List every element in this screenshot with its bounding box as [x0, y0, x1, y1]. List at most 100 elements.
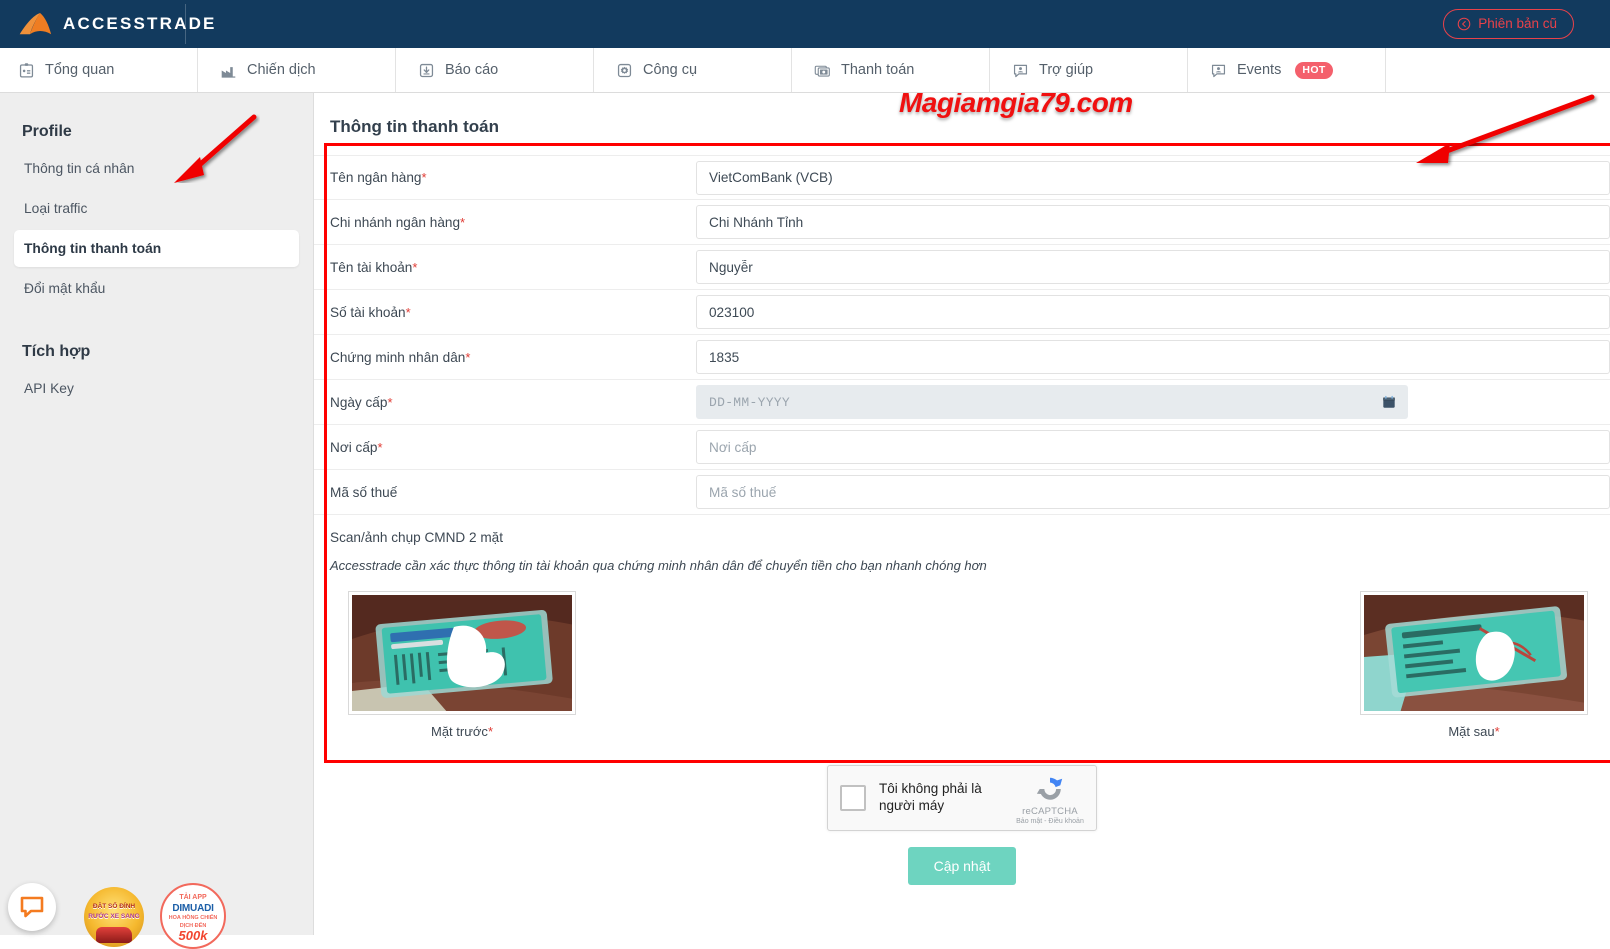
- field-row-chung-minh-nhan-dan: Chứng minh nhân dân*: [314, 335, 1610, 380]
- required-marker: *: [487, 724, 493, 739]
- id-card-back-frame[interactable]: [1360, 591, 1588, 715]
- field-label-text: Tên ngân hàng: [330, 170, 422, 185]
- field-label-text: Mã số thuế: [330, 484, 398, 500]
- account-number-input[interactable]: [696, 295, 1610, 329]
- sidebar-item-thong-tin-thanh-toan[interactable]: Thông tin thanh toán: [14, 230, 299, 267]
- payment-form: Tên ngân hàng* Chi nhánh ngân hàng* Tên …: [314, 155, 1610, 739]
- field-label-text: Chứng minh nhân dân: [330, 349, 466, 365]
- sidebar-group-profile-title: Profile: [22, 123, 72, 140]
- nav-tab-label: Thanh toán: [841, 62, 915, 78]
- promo2-line4: 500k: [178, 928, 208, 943]
- field-label-text: Chi nhánh ngân hàng: [330, 214, 461, 230]
- required-marker: *: [387, 394, 393, 410]
- nav-tab-events[interactable]: Events HOT: [1188, 48, 1386, 92]
- old-version-button[interactable]: Phiên bản cũ: [1443, 9, 1574, 39]
- recaptcha-branding: reCAPTCHA Bảo mật - Điều khoản: [1014, 774, 1086, 825]
- required-marker: *: [421, 170, 427, 185]
- field-label: Tên ngân hàng*: [330, 170, 696, 185]
- sidebar-group-tich-hop-title: Tích hợp: [22, 343, 91, 360]
- factory-icon: [221, 66, 236, 78]
- tax-code-input[interactable]: [696, 475, 1610, 509]
- recaptcha-checkbox[interactable]: [840, 785, 866, 811]
- id-number-input[interactable]: [696, 340, 1610, 374]
- nav-tab-label: Events: [1237, 62, 1282, 78]
- promo-banner-2[interactable]: TẢI APP DIMUADI HOA HỒNG CHIẾN DỊCH ĐẾN …: [160, 883, 226, 949]
- nav-tab-bao-cao[interactable]: Báo cáo: [396, 48, 594, 92]
- chat-bubble-icon: [20, 896, 44, 918]
- field-row-so-tai-khoan: Số tài khoản*: [314, 290, 1610, 335]
- issue-date-input[interactable]: [696, 385, 1408, 419]
- top-bar: ACCESSTRADE Phiên bản cũ: [0, 0, 1610, 48]
- old-version-label: Phiên bản cũ: [1478, 16, 1557, 31]
- nav-tab-label: Công cụ: [643, 62, 698, 78]
- field-control: [696, 385, 1610, 419]
- sidebar: Profile Thông tin cá nhân Loại traffic T…: [0, 93, 314, 935]
- events-chat-icon: [1211, 64, 1226, 77]
- caption-text: Mặt sau: [1448, 724, 1495, 739]
- field-label: Số tài khoản*: [330, 305, 696, 320]
- field-label: Chi nhánh ngân hàng*: [330, 215, 696, 230]
- recaptcha-brand-text: reCAPTCHA: [1022, 806, 1078, 817]
- scan-section-note: Accesstrade cần xác thực thông tin tài k…: [330, 558, 987, 573]
- nav-tab-tong-quan[interactable]: Tổng quan: [0, 48, 198, 92]
- submit-area: Cập nhật: [314, 831, 1610, 885]
- recaptcha-logo-icon: [1036, 777, 1063, 800]
- field-control: [696, 430, 1610, 464]
- events-hot-badge: HOT: [1295, 61, 1333, 79]
- promo2-line2: DIMUADI: [172, 903, 214, 914]
- download-report-icon: [419, 63, 434, 77]
- bank-branch-input[interactable]: [696, 205, 1610, 239]
- id-card-front-frame[interactable]: [348, 591, 576, 715]
- required-marker: *: [377, 439, 383, 455]
- main-nav: Tổng quan Chiến dịch Báo cáo Công cụ Tha…: [0, 48, 1610, 93]
- field-label: Chứng minh nhân dân*: [330, 350, 696, 365]
- id-card-uploads: Mặt trước* Mặt sau*: [314, 573, 1610, 739]
- recaptcha-label: Tôi không phải là người máy: [879, 781, 982, 813]
- required-marker: *: [405, 304, 411, 320]
- recaptcha-links[interactable]: Bảo mật - Điều khoản: [1014, 818, 1086, 825]
- sidebar-item-doi-mat-khau[interactable]: Đổi mật khẩu: [14, 270, 299, 307]
- field-label-text: Ngày cấp: [330, 394, 388, 410]
- field-label: Ngày cấp*: [330, 395, 696, 410]
- recaptcha-widget[interactable]: Tôi không phải là người máy reCAPTCHA Bả…: [827, 765, 1097, 831]
- field-label: Mã số thuế: [330, 485, 696, 500]
- field-label: Tên tài khoản*: [330, 260, 696, 275]
- promo-banner-1[interactable]: ĐẶT SỐ ĐÍNH RƯỚC XE SANG: [84, 887, 144, 947]
- chat-widget-button[interactable]: [8, 883, 56, 931]
- field-row-chi-nhanh-ngan-hang: Chi nhánh ngân hàng*: [314, 200, 1610, 245]
- field-label-text: Tên tài khoản: [330, 259, 413, 275]
- sidebar-item-thong-tin-ca-nhan[interactable]: Thông tin cá nhân: [14, 150, 299, 187]
- sidebar-item-loai-traffic[interactable]: Loại traffic: [14, 190, 299, 227]
- help-chat-icon: [1013, 64, 1028, 77]
- field-row-ten-ngan-hang: Tên ngân hàng*: [314, 155, 1610, 200]
- sidebar-item-api-key[interactable]: API Key: [14, 370, 299, 407]
- field-row-ngay-cap: Ngày cấp*: [314, 380, 1610, 425]
- issue-place-input[interactable]: [696, 430, 1610, 464]
- update-button[interactable]: Cập nhật: [907, 847, 1017, 885]
- scan-section-heading: Scan/ảnh chụp CMND 2 mặt: [330, 530, 504, 545]
- date-field-wrapper: [696, 385, 1408, 419]
- nav-tab-chien-dich[interactable]: Chiến dịch: [198, 48, 396, 92]
- bank-name-input[interactable]: [696, 160, 1610, 195]
- brand-name: ACCESSTRADE: [63, 14, 217, 33]
- required-marker: *: [412, 259, 418, 275]
- nav-tab-tro-giup[interactable]: Trợ giúp: [990, 48, 1188, 92]
- account-name-input[interactable]: [696, 250, 1610, 284]
- brand[interactable]: ACCESSTRADE: [18, 11, 217, 37]
- nav-tab-cong-cu[interactable]: Công cụ: [594, 48, 792, 92]
- field-label-text: Số tài khoản: [330, 304, 406, 320]
- watermark: Magiamgia79.com: [898, 93, 1134, 119]
- nav-tab-label: Chiến dịch: [247, 62, 316, 78]
- required-marker: *: [1494, 724, 1500, 739]
- field-row-ma-so-thue: Mã số thuế: [314, 470, 1610, 515]
- floating-widgets: ĐẶT SỐ ĐÍNH RƯỚC XE SANG TẢI APP DIMUADI…: [0, 863, 300, 949]
- nav-tab-label: Tổng quan: [45, 62, 115, 78]
- nav-tab-thanh-toan[interactable]: Thanh toán: [792, 48, 990, 92]
- required-marker: *: [460, 214, 466, 230]
- id-card-front-caption: Mặt trước*: [348, 724, 576, 739]
- id-card-front: Mặt trước*: [348, 591, 576, 739]
- promo2-line1: TẢI APP: [179, 894, 207, 901]
- id-card-front-photo: [352, 595, 572, 711]
- field-control: [696, 475, 1610, 509]
- nav-tab-label: Trợ giúp: [1039, 62, 1094, 78]
